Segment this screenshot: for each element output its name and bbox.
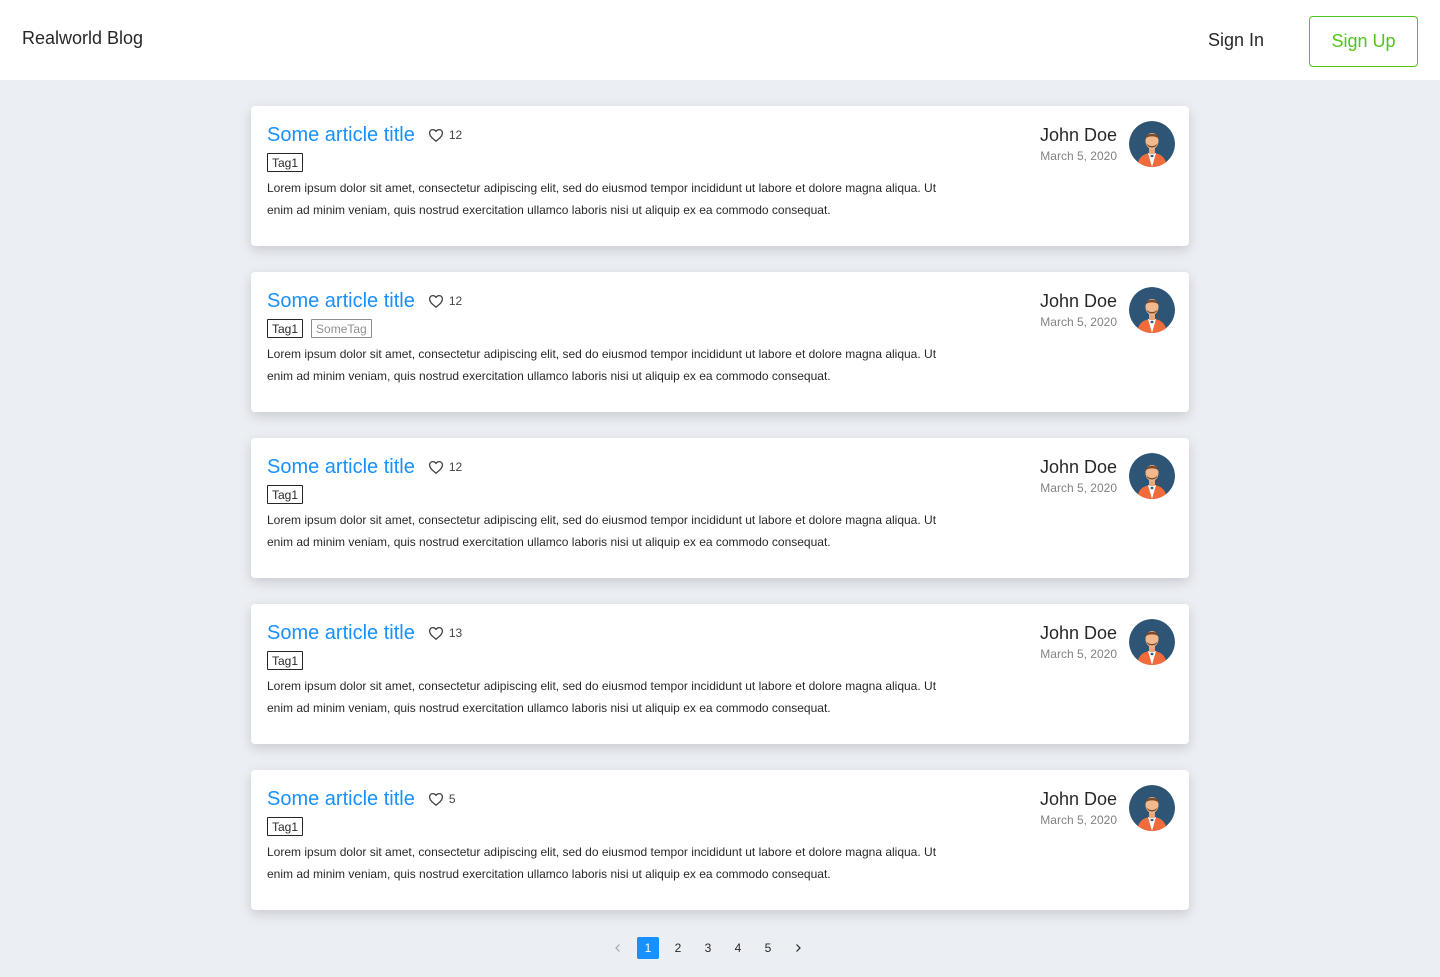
avatar [1129, 287, 1175, 333]
article-title-row: Some article title 12 [267, 122, 462, 148]
article-list: Some article title 12 Tag1 Lorem ipsum dolo… [251, 106, 1189, 936]
author-name: John Doe [1039, 623, 1117, 643]
article-date: March 5, 2020 [1040, 813, 1117, 827]
article-card: Some article title 12 Tag1 SomeTag Lorem ips… [251, 272, 1189, 412]
article-title-row: Some article title 5 [267, 786, 456, 812]
tag: Tag1 [267, 319, 304, 338]
page-5-button[interactable]: 5 [757, 937, 779, 959]
article-card: Some article title 12 Tag1 Lorem ipsum dolo… [251, 106, 1189, 246]
page-4-button[interactable]: 4 [727, 937, 749, 959]
article-title-row: Some article title 12 [267, 288, 462, 314]
article-excerpt: Lorem ipsum dolor sit amet, consectetur … [267, 513, 937, 549]
article-date: March 5, 2020 [1040, 149, 1117, 163]
heart-icon[interactable] [428, 791, 444, 807]
author-info: John Doe March 5, 2020 [1040, 622, 1117, 662]
like-button[interactable]: 12 [428, 127, 462, 143]
heart-icon[interactable] [428, 459, 444, 475]
article-title-row: Some article title 13 [267, 620, 462, 646]
page-3-button[interactable]: 3 [697, 937, 719, 959]
tag: Tag1 [267, 651, 304, 670]
tag-list: Tag1 [267, 651, 304, 670]
heart-icon[interactable] [428, 293, 444, 309]
like-button[interactable]: 12 [428, 459, 462, 475]
article-title-link[interactable]: Some article title [267, 288, 415, 314]
like-button[interactable]: 12 [428, 293, 462, 309]
sign-in-button[interactable]: Sign In [1186, 17, 1286, 63]
like-button[interactable]: 13 [428, 625, 462, 641]
tag-list: Tag1 SomeTag [267, 319, 372, 338]
article-title-row: Some article title 12 [267, 454, 462, 480]
like-count: 12 [448, 128, 463, 142]
like-count: 12 [448, 460, 463, 474]
author-info: John Doe March 5, 2020 [1040, 290, 1117, 330]
article-date: March 5, 2020 [1040, 315, 1117, 329]
author-name: John Doe [1039, 125, 1117, 145]
like-count: 13 [448, 626, 463, 640]
tag-list: Tag1 [267, 817, 304, 836]
tag: SomeTag [311, 319, 372, 338]
page-1-button[interactable]: 1 [637, 937, 659, 959]
article-card: Some article title 13 Tag1 Lorem ipsum dolo… [251, 604, 1189, 744]
article-title-link[interactable]: Some article title [267, 122, 415, 148]
tag-list: Tag1 [267, 153, 304, 172]
tag: Tag1 [267, 817, 304, 836]
author-name: John Doe [1039, 789, 1117, 809]
article-title-link[interactable]: Some article title [267, 620, 415, 646]
like-button[interactable]: 5 [428, 791, 456, 807]
logo[interactable]: Realworld Blog [22, 27, 143, 49]
avatar [1129, 121, 1175, 167]
article-excerpt: Lorem ipsum dolor sit amet, consectetur … [267, 347, 937, 383]
avatar [1129, 619, 1175, 665]
author-info: John Doe March 5, 2020 [1040, 124, 1117, 164]
article-date: March 5, 2020 [1040, 647, 1117, 661]
article-title-link[interactable]: Some article title [267, 454, 415, 480]
tag: Tag1 [267, 485, 304, 504]
article-card: Some article title 12 Tag1 Lorem ipsum dolo… [251, 438, 1189, 578]
pagination: 12345 [607, 937, 817, 959]
author-name: John Doe [1039, 457, 1117, 477]
header: Realworld Blog Sign In Sign Up [0, 0, 1440, 80]
like-count: 12 [448, 294, 463, 308]
author-name: John Doe [1039, 291, 1117, 311]
heart-icon[interactable] [428, 127, 444, 143]
like-count: 5 [448, 792, 456, 806]
article-date: March 5, 2020 [1040, 481, 1117, 495]
article-excerpt: Lorem ipsum dolor sit amet, consectetur … [267, 181, 937, 217]
article-title-link[interactable]: Some article title [267, 786, 415, 812]
article-excerpt: Lorem ipsum dolor sit amet, consectetur … [267, 679, 937, 715]
chevron-right-icon[interactable] [787, 937, 809, 959]
tag-list: Tag1 [267, 485, 304, 504]
article-excerpt: Lorem ipsum dolor sit amet, consectetur … [267, 845, 937, 881]
tag: Tag1 [267, 153, 304, 172]
article-card: Some article title 5 Tag1 Lorem ipsum dolor… [251, 770, 1189, 910]
page-2-button[interactable]: 2 [667, 937, 689, 959]
avatar [1129, 453, 1175, 499]
author-info: John Doe March 5, 2020 [1040, 788, 1117, 828]
chevron-left-icon[interactable] [607, 937, 629, 959]
author-info: John Doe March 5, 2020 [1040, 456, 1117, 496]
heart-icon[interactable] [428, 625, 444, 641]
avatar [1129, 785, 1175, 831]
sign-up-button[interactable]: Sign Up [1309, 16, 1418, 67]
